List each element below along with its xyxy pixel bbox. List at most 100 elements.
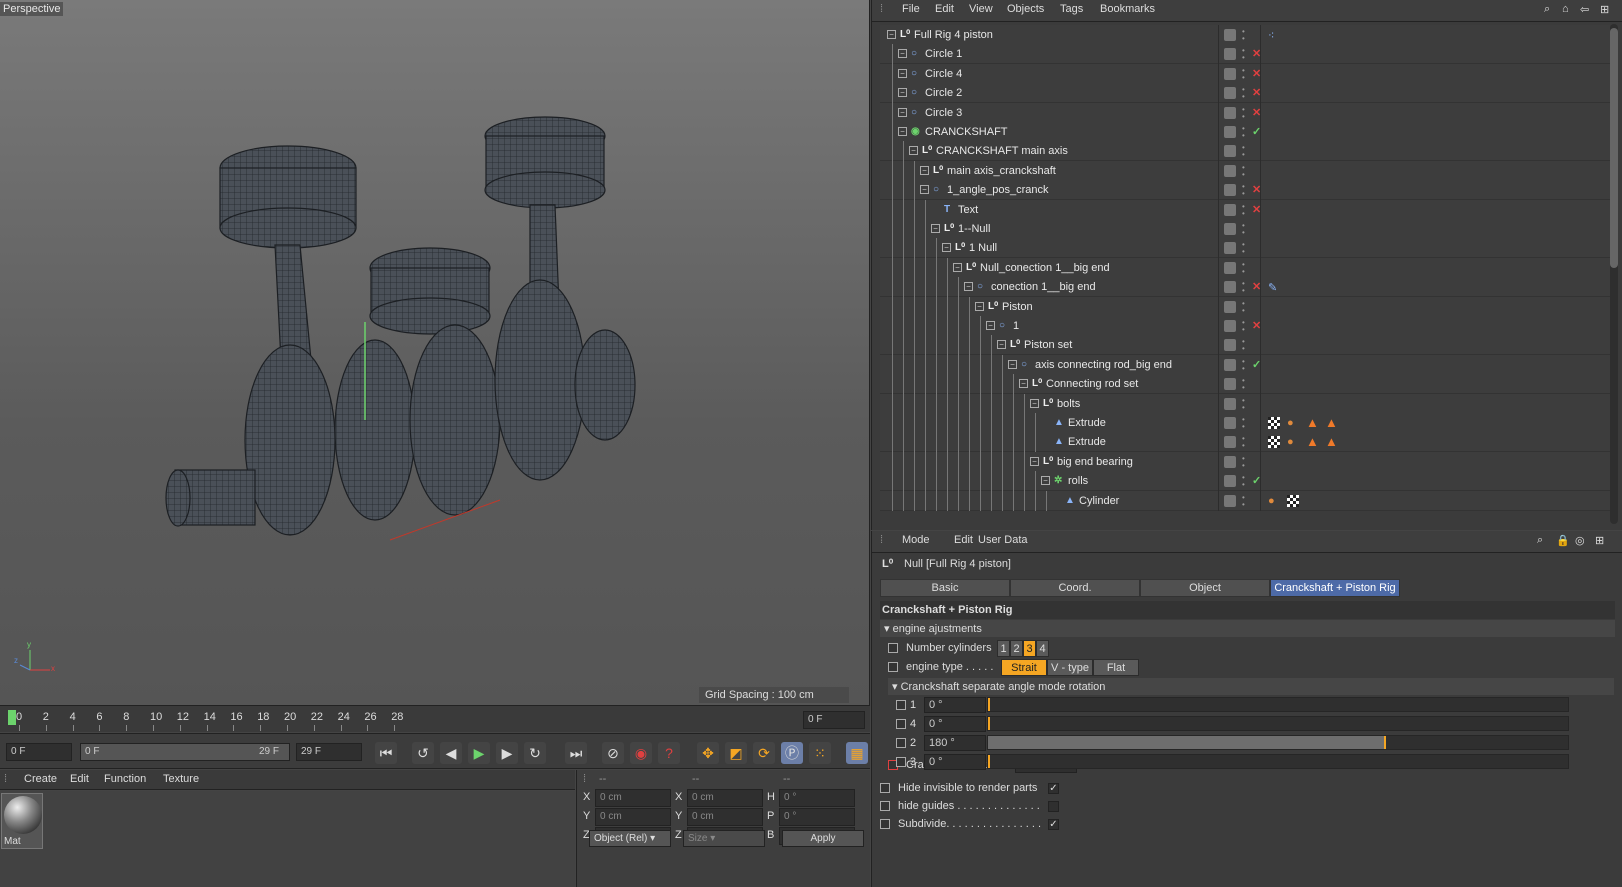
object-row[interactable]: ▲ Extrude • • ● ▲ ▲ [880,413,1610,433]
layer-toggle-icon[interactable] [1224,300,1236,313]
object-name[interactable]: 1 Null [969,242,997,254]
angle-slider-handle[interactable] [1383,736,1386,749]
layer-toggle-icon[interactable] [1224,242,1236,255]
object-name[interactable]: Piston [1002,301,1033,313]
tab-basic[interactable]: Basic [880,579,1010,597]
object-row[interactable]: − ○ 1_angle_pos_cranck • • ✕ [880,180,1610,201]
visibility-dots-icon[interactable]: • • [1242,280,1246,295]
layer-toggle-icon[interactable] [1224,164,1236,177]
new-panel-icon[interactable]: ⊞ [1600,3,1609,16]
texture-tag-icon[interactable] [1268,436,1280,449]
search-icon[interactable]: ⌕ [1544,3,1550,16]
keyframe-toggle[interactable] [888,643,898,653]
menu-view[interactable]: View [969,3,993,15]
layer-toggle-icon[interactable] [1224,184,1236,197]
material-swatch[interactable]: Mat [1,793,43,849]
home-icon[interactable]: ⌂ [1562,3,1569,15]
visibility-dots-icon[interactable]: • • [1242,396,1246,411]
goto-end-button[interactable]: ⏭ [565,742,587,764]
3d-viewport[interactable]: Perspective y x z Grid Spacing: 100 cm [0,0,870,705]
object-name[interactable]: CRANCKSHAFT main axis [936,145,1068,157]
layer-toggle-icon[interactable] [1224,281,1236,294]
visibility-dots-icon[interactable]: • • [1242,416,1246,431]
visibility-dots-icon[interactable]: • • [1242,183,1246,198]
object-row[interactable]: T Text • • ✕ [880,199,1610,220]
record-rotation-button[interactable]: ⟳ [753,742,775,764]
phong-tag-icon[interactable]: ● [1268,495,1280,507]
object-row[interactable]: − ○ Circle 1 • • ✕ [880,44,1610,65]
visibility-dots-icon[interactable]: • • [1242,338,1246,353]
object-row[interactable]: − ○ Circle 2 • • ✕ [880,83,1610,104]
visibility-dots-icon[interactable]: • • [1242,144,1246,159]
menu-function[interactable]: Function [104,773,146,785]
cylinder-count-option[interactable]: 3 [1023,640,1036,657]
xpresso-tag-icon[interactable]: ⁖ [1268,29,1280,42]
object-name[interactable]: CRANCKSHAFT [925,126,1008,138]
object-name[interactable]: Connecting rod set [1046,378,1138,390]
object-name[interactable]: 1_angle_pos_cranck [947,184,1049,196]
play-button[interactable]: ▶ [468,742,490,764]
layer-toggle-icon[interactable] [1224,67,1236,80]
layer-toggle-icon[interactable] [1224,126,1236,138]
tab-coord[interactable]: Coord. [1010,579,1140,597]
expand-toggle-icon[interactable]: − [975,301,984,311]
menu-texture[interactable]: Texture [163,773,199,785]
expand-toggle-icon[interactable]: − [920,185,929,195]
warning-triangle-icon[interactable]: ▲ [1325,434,1338,449]
object-row[interactable]: − L⁰ Connecting rod set • • [880,374,1610,395]
visibility-dots-icon[interactable]: • • [1242,357,1246,372]
visibility-dots-icon[interactable]: • • [1242,435,1246,450]
angle-value-field[interactable]: 0 ° [924,716,986,732]
visibility-dots-icon[interactable]: • • [1242,493,1246,508]
angle-value-field[interactable]: 0 ° [924,754,986,770]
object-name[interactable]: Piston set [1024,339,1072,351]
keyframe-toggle[interactable] [896,757,906,767]
object-row[interactable]: − ○ axis connecting rod_big end • • ✓ [880,354,1610,375]
object-row[interactable]: − ○ 1 • • ✕ [880,316,1610,336]
expand-toggle-icon[interactable]: − [898,127,907,136]
visibility-dots-icon[interactable]: • • [1242,241,1246,256]
record-scale-button[interactable]: ◩ [725,742,747,764]
layer-toggle-icon[interactable] [1224,29,1236,41]
timeline-ruler[interactable]: 0 2 4 6 8 10 12 14 16 18 20 22 24 26 28 0 F [0,705,870,732]
visibility-dots-icon[interactable]: • • [1242,66,1246,81]
object-name[interactable]: Full Rig 4 piston [914,29,993,41]
coord-value-field[interactable]: 0 cm [595,789,671,807]
layer-toggle-icon[interactable] [1224,378,1236,391]
layer-toggle-icon[interactable] [1224,320,1236,332]
object-row[interactable]: ▲ Extrude • • ● ▲ ▲ [880,432,1610,453]
object-scrollbar-thumb[interactable] [1610,28,1618,268]
object-name[interactable]: Extrude [1068,436,1106,448]
prev-key-button[interactable]: ↺ [412,742,434,764]
visibility-dots-icon[interactable]: • • [1242,47,1246,62]
menu-objects[interactable]: Objects [1007,3,1044,15]
prev-frame-button[interactable]: ◀ [440,742,462,764]
group-crank-angle[interactable]: ▾ Cranckshaft separate angle mode rotati… [888,678,1614,695]
engine-type-option[interactable]: Flat [1093,659,1139,676]
expand-toggle-icon[interactable]: − [898,49,907,59]
expand-toggle-icon[interactable]: − [920,165,929,175]
object-row[interactable]: − L⁰ bolts • • [880,393,1610,414]
phong-tag-icon[interactable]: ● [1287,417,1299,429]
object-name[interactable]: Circle 3 [925,107,962,119]
target-icon[interactable]: ◎ [1575,534,1585,547]
keyframe-toggle[interactable] [896,700,906,710]
angle-slider[interactable] [987,697,1569,712]
angle-slider[interactable] [987,735,1569,750]
expand-toggle-icon[interactable] [1041,437,1050,446]
back-icon[interactable]: ⇦ [1580,3,1589,16]
expand-toggle-icon[interactable]: − [997,340,1006,350]
object-row[interactable]: − L⁰ Full Rig 4 piston • • ⁖ [880,25,1610,45]
visibility-dots-icon[interactable]: • • [1242,86,1246,101]
keyframe-toggle[interactable] [880,819,890,829]
next-key-button[interactable]: ↻ [524,742,546,764]
layer-toggle-icon[interactable] [1224,475,1236,488]
keyframe-toggle[interactable] [880,801,890,811]
object-row[interactable]: − ✲ rolls • • ✓ [880,471,1610,492]
expand-toggle-icon[interactable]: − [1030,456,1039,466]
object-name[interactable]: rolls [1068,475,1088,487]
tab-cranckshaft-piston-rig[interactable]: Cranckshaft + Piston Rig [1270,579,1400,597]
menu-mode[interactable]: Mode [902,534,930,546]
playhead[interactable] [8,710,16,725]
tab-object[interactable]: Object [1140,579,1270,597]
